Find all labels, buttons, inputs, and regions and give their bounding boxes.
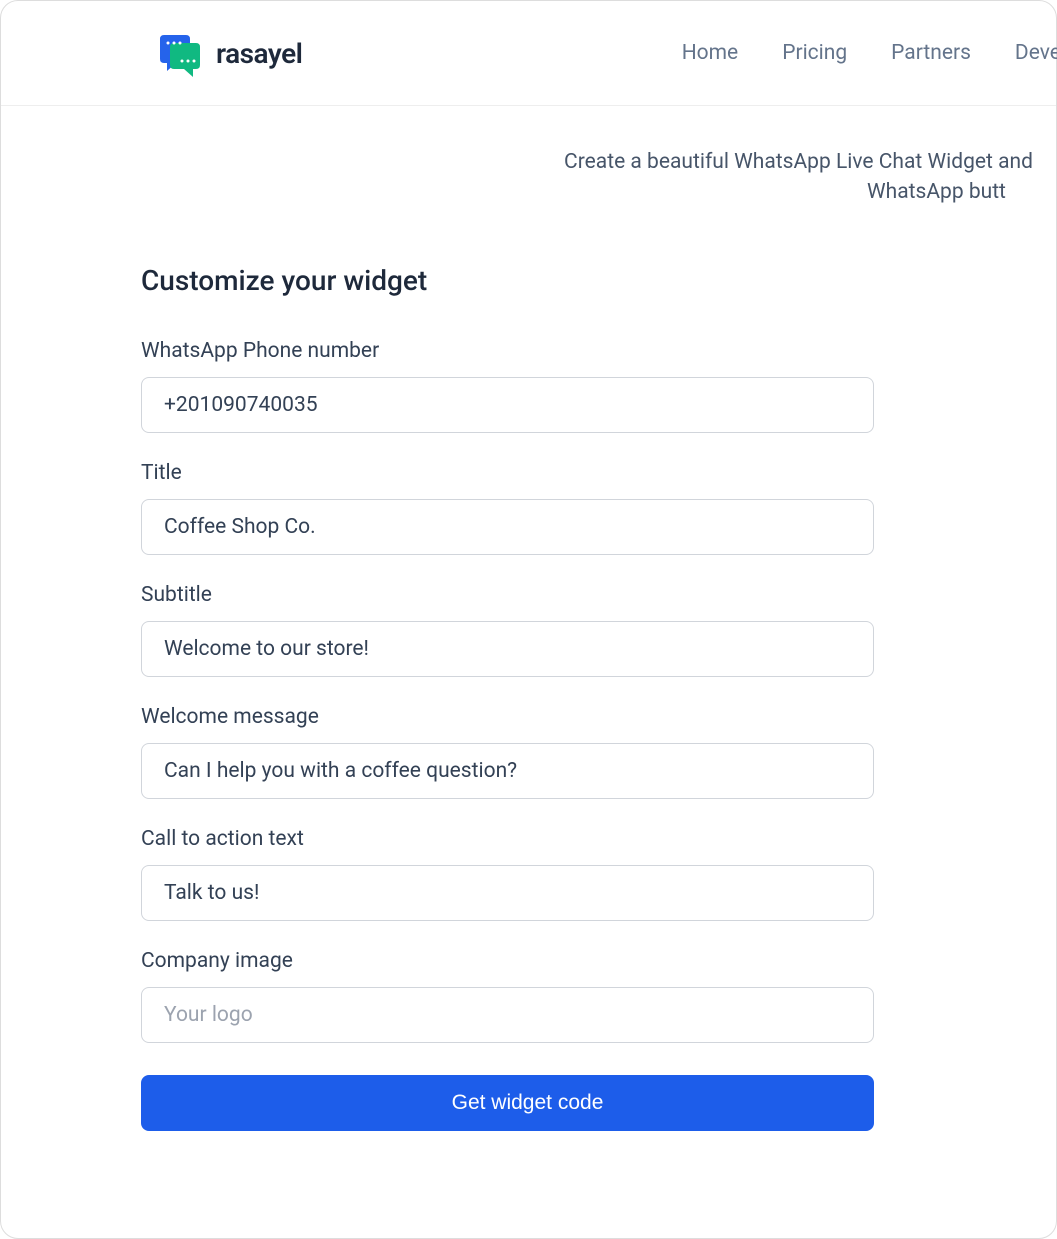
form-group-cta: Call to action text bbox=[141, 827, 916, 921]
form-section-title: Customize your widget bbox=[141, 264, 916, 297]
brand-name: rasayel bbox=[216, 37, 302, 70]
nav-link-home[interactable]: Home bbox=[682, 41, 739, 65]
site-header: rasayel Home Pricing Partners Devel bbox=[1, 1, 1056, 106]
main-nav: Home Pricing Partners Devel bbox=[682, 41, 1056, 65]
brand-logo[interactable]: rasayel bbox=[156, 29, 302, 77]
nav-link-developers[interactable]: Devel bbox=[1015, 41, 1057, 65]
cta-label: Call to action text bbox=[141, 827, 916, 851]
nav-link-pricing[interactable]: Pricing bbox=[782, 41, 847, 65]
subtitle-label: Subtitle bbox=[141, 583, 916, 607]
form-group-subtitle: Subtitle bbox=[141, 583, 916, 677]
phone-label: WhatsApp Phone number bbox=[141, 339, 916, 363]
welcome-input[interactable] bbox=[141, 743, 874, 799]
company-image-input[interactable] bbox=[141, 987, 874, 1043]
phone-input[interactable] bbox=[141, 377, 874, 433]
hero-subtitle-line1: Create a beautiful WhatsApp Live Chat Wi… bbox=[1, 106, 1056, 180]
welcome-label: Welcome message bbox=[141, 705, 916, 729]
title-label: Title bbox=[141, 461, 916, 485]
form-group-title: Title bbox=[141, 461, 916, 555]
company-image-label: Company image bbox=[141, 949, 916, 973]
subtitle-input[interactable] bbox=[141, 621, 874, 677]
main-content: Customize your widget WhatsApp Phone num… bbox=[1, 204, 1056, 1131]
form-group-phone: WhatsApp Phone number bbox=[141, 339, 916, 433]
form-group-company-image: Company image bbox=[141, 949, 916, 1043]
nav-link-partners[interactable]: Partners bbox=[891, 41, 971, 65]
hero-subtitle-line2: WhatsApp butt bbox=[1, 180, 1056, 204]
get-widget-code-button[interactable]: Get widget code bbox=[141, 1075, 874, 1131]
cta-input[interactable] bbox=[141, 865, 874, 921]
form-group-welcome: Welcome message bbox=[141, 705, 916, 799]
title-input[interactable] bbox=[141, 499, 874, 555]
brand-logo-icon bbox=[156, 29, 204, 77]
